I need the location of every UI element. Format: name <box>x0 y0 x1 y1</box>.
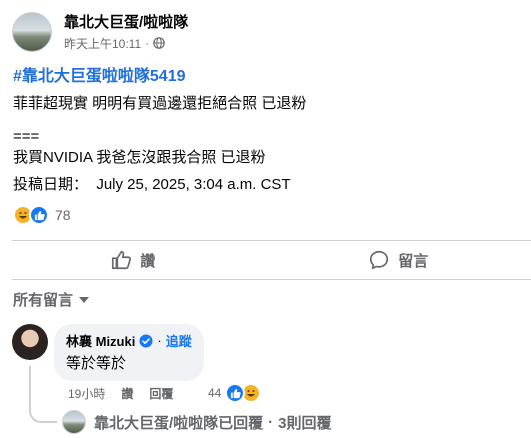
post-text-line-3: 我買NVIDIA 我爸怎沒跟我合照 已退粉 <box>13 149 266 166</box>
post-meta: 昨天上午10:11 · <box>64 35 188 52</box>
comment-time[interactable]: 19小時 <box>68 385 105 402</box>
thumbs-up-icon <box>112 250 132 270</box>
comment-button[interactable]: 留言 <box>266 242 531 278</box>
comment-reply-button[interactable]: 回覆 <box>149 385 173 402</box>
caret-down-icon <box>79 296 90 303</box>
like-button-label: 讚 <box>140 252 156 270</box>
comment-sort-label: 所有留言 <box>13 292 74 309</box>
meta-separator: · <box>145 36 150 50</box>
follow-link[interactable]: 追蹤 <box>166 331 192 350</box>
comment-sort-dropdown[interactable]: 所有留言 <box>13 289 90 310</box>
post-submit-date: 投稿日期： July 25, 2025, 3:04 a.m. CST <box>13 176 291 193</box>
reply-summary-author: 靠北大巨蛋/啦啦隊已回覆 <box>94 414 264 432</box>
divider-bottom <box>12 279 531 280</box>
view-replies-link[interactable]: 靠北大巨蛋/啦啦隊已回覆 · 3則回覆 <box>62 410 332 434</box>
comment-like-button[interactable]: 讚 <box>121 385 133 402</box>
header-text: 靠北大巨蛋/啦啦隊 昨天上午10:11 · <box>64 13 188 52</box>
comment-button-label: 留言 <box>398 252 429 270</box>
reply-summary-separator: · <box>268 413 274 431</box>
reaction-count: 78 <box>55 207 71 223</box>
page-name[interactable]: 靠北大巨蛋/啦啦隊 <box>64 13 188 33</box>
like-reaction-icon <box>29 205 49 225</box>
replier-avatar <box>62 410 86 434</box>
comment-text: 等於等於 <box>66 355 127 372</box>
commenter-avatar[interactable] <box>12 324 48 360</box>
comment-author[interactable]: 林襄 Mizuki <box>66 331 135 350</box>
reply-summary-count: 3則回覆 <box>278 414 332 432</box>
post-header: 靠北大巨蛋/啦啦隊 昨天上午10:11 · <box>12 12 188 52</box>
comment-reactions[interactable]: 44 <box>208 383 262 403</box>
post-timestamp[interactable]: 昨天上午10:11 <box>64 35 141 52</box>
divider-top <box>12 240 531 241</box>
comment-actions: 19小時 讚 回覆 <box>68 385 189 402</box>
like-button[interactable]: 讚 <box>0 242 266 278</box>
post-hashtag[interactable]: #靠北大巨蛋啦啦隊5419 <box>13 66 518 87</box>
post-text-line-1: 菲菲超現實 明明有買過邊還拒絕合照 已退粉 <box>13 95 307 112</box>
globe-icon <box>153 37 165 49</box>
comment: 林襄 Mizuki · 追蹤 等於等於 <box>12 324 204 381</box>
verified-badge-icon <box>139 334 153 347</box>
comment-header: 林襄 Mizuki · 追蹤 <box>66 331 192 350</box>
page-avatar[interactable] <box>12 12 52 52</box>
post-reactions[interactable]: 78 <box>13 205 71 225</box>
comment-like-reaction-icon <box>225 383 246 403</box>
comment-bubble: 林襄 Mizuki · 追蹤 等於等於 <box>54 324 204 381</box>
post-actions: 讚 留言 <box>0 242 531 278</box>
comment-header-separator: · <box>157 333 162 348</box>
post-text-line-2: === <box>13 128 40 145</box>
post-body: #靠北大巨蛋啦啦隊5419 菲菲超現實 明明有買過邊還拒絕合照 已退粉 === … <box>13 66 518 195</box>
comment-bubble-icon <box>370 250 389 270</box>
comment-reaction-count: 44 <box>208 386 222 400</box>
